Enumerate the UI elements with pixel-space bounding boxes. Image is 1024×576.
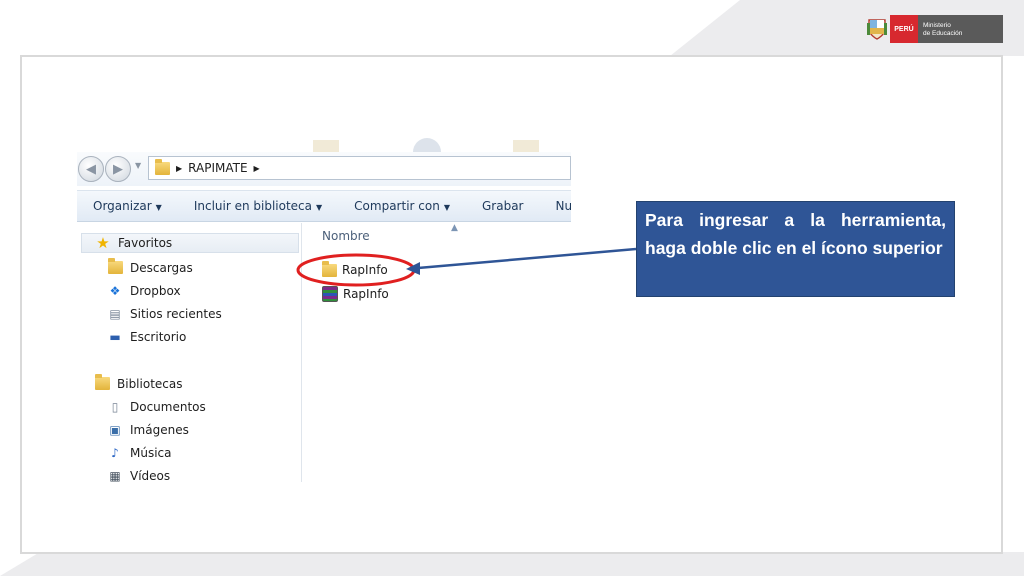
callout-arrow (417, 247, 637, 270)
instruction-callout: Para ingresar a la herramienta, haga dob… (636, 201, 955, 297)
highlight-ellipse (296, 253, 416, 287)
